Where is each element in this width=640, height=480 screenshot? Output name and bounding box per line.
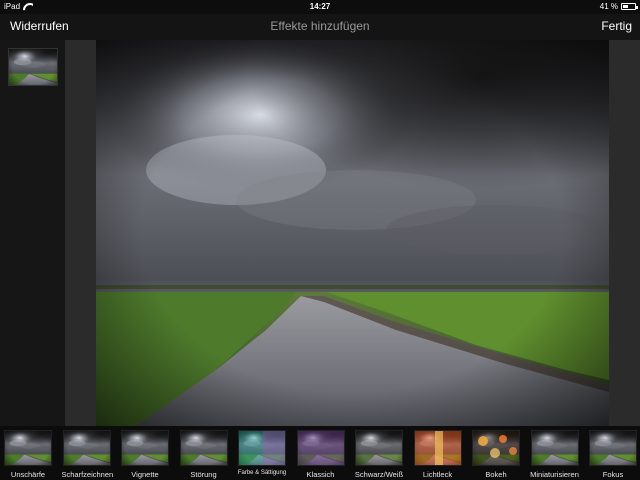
- effect-item[interactable]: Scharfzeichnen: [61, 430, 114, 479]
- effect-item[interactable]: Klassich: [296, 430, 346, 479]
- effect-thumbnail: [472, 430, 520, 466]
- canvas-margin-left: [65, 40, 96, 426]
- effect-label: Farbe & Sättigung: [237, 470, 287, 476]
- effect-thumbnail: [238, 430, 286, 466]
- history-thumbnail[interactable]: [8, 48, 58, 86]
- battery-icon: [621, 3, 638, 10]
- photo-canvas[interactable]: [96, 40, 609, 426]
- effect-thumbnail: [4, 430, 52, 466]
- page-title: Effekte hinzufügen: [270, 19, 370, 33]
- effect-label: Scharfzeichnen: [61, 470, 114, 479]
- effect-item[interactable]: Schwarz/Weiß: [354, 430, 404, 479]
- effect-thumbnail: [530, 430, 579, 466]
- effect-item[interactable]: Farbe & Sättigung: [237, 430, 287, 476]
- battery-level: [623, 5, 628, 8]
- navigation-bar: Widerrufen Effekte hinzufügen Fertig: [0, 14, 640, 40]
- effect-label: Vignette: [131, 470, 159, 479]
- effect-label: Schwarz/Weiß: [354, 470, 404, 479]
- effect-item[interactable]: Störung: [179, 430, 229, 479]
- done-button[interactable]: Fertig: [601, 19, 632, 33]
- effect-label: Klassich: [306, 470, 335, 479]
- effect-item[interactable]: Bokeh: [471, 430, 521, 479]
- effect-label: Bokeh: [485, 470, 507, 479]
- effect-label: Miniaturisieren: [530, 470, 579, 479]
- history-thumbnail-image: [9, 49, 57, 85]
- effect-label: Störung: [190, 470, 217, 479]
- effect-item[interactable]: Vignette: [120, 430, 170, 479]
- effect-thumbnail: [413, 430, 462, 466]
- status-time: 14:27: [309, 2, 331, 11]
- effect-item[interactable]: Lichtleck: [413, 430, 463, 479]
- effect-label: Lichtleck: [422, 470, 453, 479]
- effect-item[interactable]: Fokus: [588, 430, 638, 479]
- effect-thumbnail: [121, 430, 169, 466]
- effect-thumbnail: [355, 430, 403, 466]
- effect-thumbnail: [179, 430, 228, 466]
- effect-thumbnail: [62, 430, 111, 466]
- effect-label: Fokus: [602, 470, 624, 479]
- canvas-margin-right: [609, 40, 640, 426]
- status-bar: iPad 14:27 41 %: [0, 0, 640, 14]
- landscape-photo: [96, 40, 609, 426]
- undo-button[interactable]: Widerrufen: [10, 19, 69, 33]
- effect-thumbnail: [589, 430, 637, 466]
- effect-item[interactable]: Miniaturisieren: [530, 430, 580, 479]
- history-panel: [0, 40, 65, 426]
- effect-label: Unschärfe: [10, 470, 46, 479]
- battery-percent: 41 %: [599, 2, 618, 11]
- effect-thumbnail: [296, 430, 345, 466]
- effect-item[interactable]: Unschärfe: [3, 430, 53, 479]
- effects-strip: Unschärfe Scharfzeichnen Vignette Störung Fa…: [0, 426, 640, 480]
